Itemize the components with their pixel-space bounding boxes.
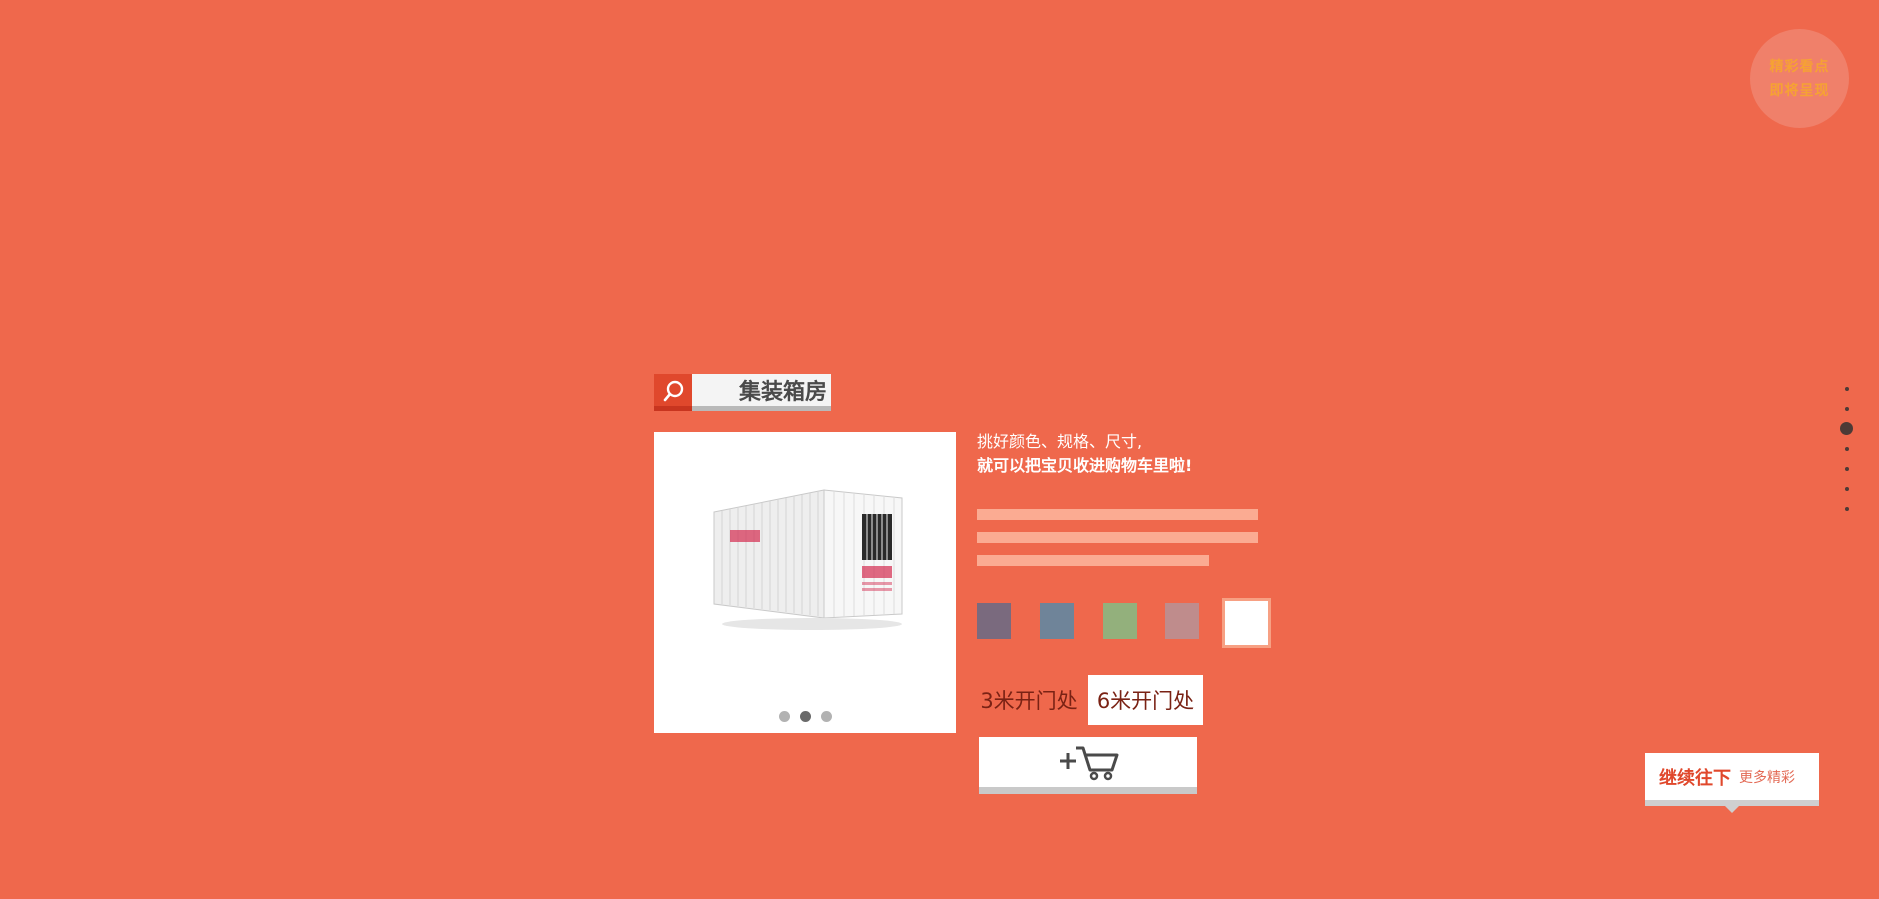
- continue-sublabel: 更多精彩: [1739, 769, 1795, 786]
- section-nav-dot[interactable]: [1845, 447, 1849, 451]
- carousel-indicators: [654, 711, 956, 722]
- description-placeholder-bar: [977, 555, 1209, 566]
- add-to-cart-button[interactable]: [979, 737, 1197, 794]
- continue-scroll-button[interactable]: 继续往下 更多精彩: [1645, 753, 1819, 813]
- section-nav-dot-active[interactable]: [1840, 422, 1853, 435]
- category-label: 集装箱房: [692, 374, 831, 411]
- description-placeholder-bar: [977, 509, 1258, 520]
- instruction-line-1: 挑好颜色、规格、尺寸,: [977, 432, 1143, 451]
- section-nav-dot[interactable]: [1845, 487, 1849, 491]
- section-nav-dot[interactable]: [1845, 407, 1849, 411]
- corner-badge-line1: 精彩看点: [1769, 58, 1830, 75]
- product-image-carousel[interactable]: [654, 432, 956, 733]
- corner-badge-line2: 即将呈现: [1769, 82, 1830, 99]
- continue-pointer: [1725, 806, 1739, 813]
- instruction-text: 挑好颜色、规格、尺寸, 就可以把宝贝收进购物车里啦!: [977, 430, 1192, 478]
- description-placeholder-bar: [977, 532, 1258, 543]
- corner-badge[interactable]: 精彩看点 即将呈现: [1750, 29, 1849, 128]
- continue-label: 继续往下: [1659, 767, 1731, 789]
- instruction-line-2: 就可以把宝贝收进购物车里啦!: [977, 456, 1193, 475]
- section-nav-dot[interactable]: [1845, 387, 1849, 391]
- color-swatch-green[interactable]: [1103, 603, 1137, 639]
- color-swatch-white-selected[interactable]: [1222, 598, 1271, 648]
- search-icon[interactable]: [654, 374, 692, 411]
- section-nav-dot[interactable]: [1845, 467, 1849, 471]
- page: 精彩看点 即将呈现 集装箱房 挑好颜色、规格、尺寸, 就可以把宝贝收进购物车里啦…: [0, 0, 1879, 899]
- add-to-cart-icon: [1060, 746, 1119, 781]
- color-swatch-pink[interactable]: [1165, 603, 1199, 639]
- carousel-dot[interactable]: [778, 711, 790, 722]
- size-option-6m[interactable]: 6米开门处: [1088, 675, 1203, 725]
- carousel-dot-active[interactable]: [799, 711, 811, 722]
- size-option-3m[interactable]: 3米开门处: [977, 675, 1081, 725]
- container-house-image: [713, 489, 903, 630]
- section-nav-dot[interactable]: [1845, 507, 1849, 511]
- color-swatch-purple[interactable]: [977, 603, 1011, 639]
- category-tag[interactable]: 集装箱房: [654, 374, 831, 411]
- color-swatch-blue[interactable]: [1040, 603, 1074, 639]
- carousel-dot[interactable]: [820, 711, 832, 722]
